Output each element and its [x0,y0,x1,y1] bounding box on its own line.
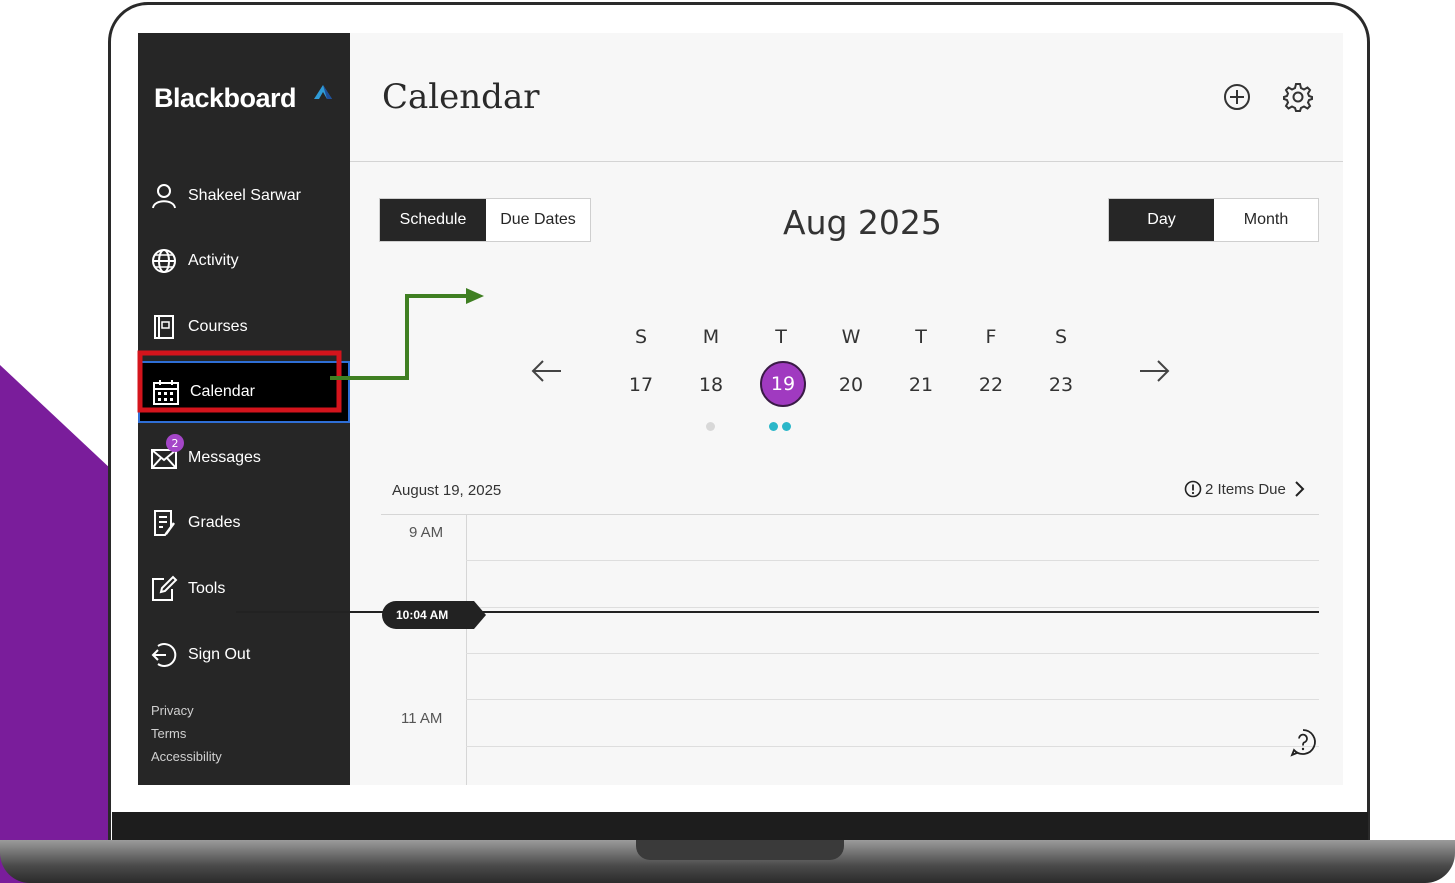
accessibility-link[interactable]: Accessibility [151,745,222,768]
plus-circle-icon[interactable] [1221,81,1253,113]
sidebar: Blackboard Shakeel Sarwar Activity Cours… [138,33,350,785]
weekday-label: T [775,326,787,348]
sidebar-item-activity[interactable]: Activity [138,231,350,291]
book-icon [150,313,178,341]
privacy-link[interactable]: Privacy [151,699,222,722]
sidebar-item-label: Tools [188,580,226,597]
sidebar-item-grades[interactable]: Grades [138,493,350,553]
page-header: Calendar [350,33,1343,162]
tab-schedule[interactable]: Schedule [380,199,486,241]
current-time-pointer [474,601,486,629]
globe-icon [150,247,178,275]
agenda-date: August 19, 2025 [392,482,502,499]
event-dot [769,422,778,431]
day-18[interactable]: 18 [691,374,731,396]
footer-links: Privacy Terms Accessibility [151,699,222,768]
view-toggle: Schedule Due Dates [379,198,591,242]
grid-line [466,653,1319,654]
sidebar-item-label: Sign Out [188,646,251,663]
edit-icon [150,575,178,603]
grid-line [466,699,1319,700]
help-icon[interactable] [1288,727,1318,757]
calendar-icon [152,378,180,406]
terms-link[interactable]: Terms [151,722,222,745]
blackboard-logo: Blackboard [154,83,297,113]
gear-icon[interactable] [1282,81,1314,113]
chevron-right-icon [1295,481,1305,497]
weekday-label: S [634,326,648,348]
tab-month[interactable]: Month [1214,199,1318,241]
time-column-divider [466,515,467,785]
page-title: Calendar [382,77,540,117]
range-toggle: Day Month [1108,198,1319,242]
weekday-label: W [841,326,861,348]
sidebar-item-calendar[interactable]: Calendar [138,361,350,423]
grid-line [466,560,1319,561]
weekday-label: M [702,326,720,348]
time-label: 11 AM [401,710,443,727]
sidebar-user-name: Shakeel Sarwar [188,187,301,204]
arrow-right-icon[interactable] [1136,353,1172,389]
grid-line [466,607,1319,608]
weekday-label: T [915,326,927,348]
tab-day[interactable]: Day [1109,199,1214,241]
message-count-badge: 2 [166,434,184,452]
sidebar-item-label: Grades [188,514,241,531]
alert-icon [1184,480,1202,498]
day-20[interactable]: 20 [831,374,871,396]
app-screen: Blackboard Shakeel Sarwar Activity Cours… [138,33,1343,785]
sidebar-item-profile[interactable]: Shakeel Sarwar [138,166,350,226]
event-dot [706,422,715,431]
laptop-notch [636,840,844,860]
sidebar-item-courses[interactable]: Courses [138,297,350,357]
items-due-label: 2 Items Due [1205,480,1286,498]
day-19-selected[interactable]: 19 [760,361,806,407]
sidebar-item-label: Calendar [190,383,255,400]
grades-icon [150,509,178,537]
tab-due-dates[interactable]: Due Dates [486,199,590,241]
sidebar-item-label: Messages [188,449,261,466]
event-dot [782,422,791,431]
sidebar-item-sign-out[interactable]: Sign Out [138,625,350,685]
logo-mark-icon [314,85,332,99]
sidebar-item-tools[interactable]: Tools [138,559,350,619]
day-22[interactable]: 22 [971,374,1011,396]
day-schedule-grid: 9 AM 11 AM [381,514,1319,785]
day-21[interactable]: 21 [901,374,941,396]
month-title: Aug 2025 [783,203,942,242]
grid-line [466,746,1319,747]
sidebar-item-label: Activity [188,252,239,269]
arrow-left-icon[interactable] [529,353,565,389]
sidebar-item-label: Courses [188,318,248,335]
sign-out-icon [150,641,178,669]
day-23[interactable]: 23 [1041,374,1081,396]
time-label: 9 AM [409,524,444,541]
weekday-label: F [985,326,997,348]
current-time-pill: 10:04 AM [382,601,474,629]
sidebar-item-messages[interactable]: 2 Messages [138,428,350,488]
user-icon [150,182,178,210]
day-17[interactable]: 17 [621,374,661,396]
items-due-link[interactable]: 2 Items Due [1184,479,1308,499]
weekday-label: S [1054,326,1068,348]
